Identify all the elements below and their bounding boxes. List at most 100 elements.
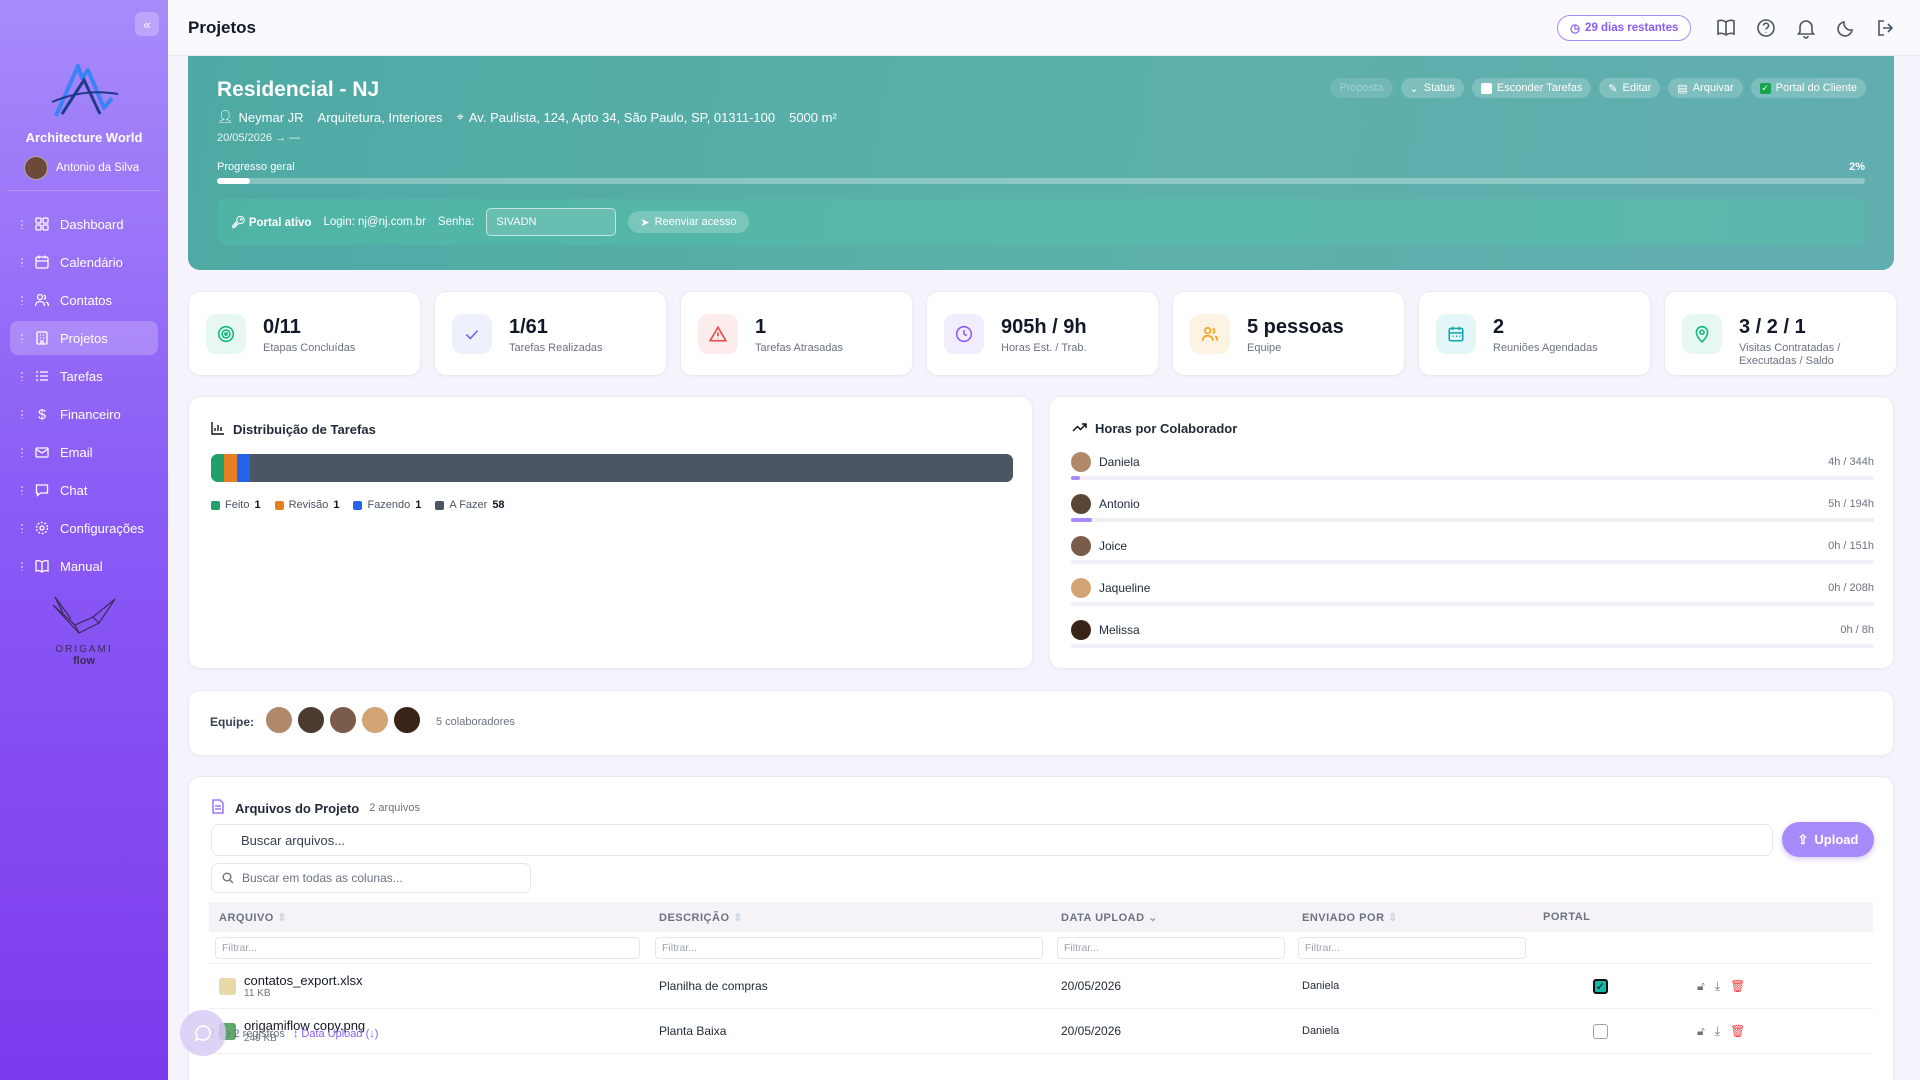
filter-input-data[interactable]: Filtrar... [1057, 936, 1285, 959]
avatar[interactable] [328, 705, 358, 735]
page-title: Projetos [188, 18, 257, 37]
logout-icon[interactable] [1875, 17, 1897, 39]
sidebar-item-dashboard[interactable]: Dashboard [10, 207, 158, 241]
stat-label: Etapas Concluídas [263, 342, 356, 354]
table-row[interactable]: origamiflow copy.png 249 KB Planta Baixa 20… [209, 1009, 1873, 1054]
sidebar-item-projetos[interactable]: Projetos [10, 321, 158, 355]
bell-icon[interactable] [1795, 17, 1817, 39]
sidebar-item-chat[interactable]: Chat [10, 473, 158, 507]
avatar[interactable] [392, 705, 422, 735]
stat-card: 2 Reuniões Agendadas [1418, 291, 1651, 376]
sidebar-item-calendario[interactable]: Calendário [10, 245, 158, 279]
col-descricao[interactable]: DESCRIÇÃO ⇕ [649, 911, 1051, 924]
crane-icon [52, 596, 116, 634]
files-header: Arquivos do Projeto 2 arquivos [211, 799, 420, 817]
legend-swatch [435, 500, 445, 510]
filter-input-enviado[interactable]: Filtrar... [1298, 936, 1526, 959]
alert-icon [698, 314, 738, 354]
avatar[interactable] [360, 705, 390, 735]
upload-button[interactable]: ⇪ Upload [1782, 822, 1874, 857]
collaborator-info: Daniela 4h / 344h [1071, 451, 1874, 473]
sidebar-item-contatos[interactable]: Contatos [10, 283, 158, 317]
drag-handle-icon[interactable] [20, 371, 24, 381]
col-arquivo[interactable]: ARQUIVO ⇕ [209, 911, 649, 924]
password-field[interactable]: SIVADN [486, 208, 617, 236]
table-row[interactable]: contatos_export.xlsx 11 KB Planilha de com… [209, 964, 1873, 1009]
column-search-input[interactable]: Buscar em todas as colunas... [211, 863, 531, 893]
distribution-segment[interactable] [211, 454, 225, 482]
hide-tasks-toggle[interactable]: Esconder Tarefas [1471, 78, 1592, 98]
stat-card: 905h / 9h Horas Est. / Trab. [926, 291, 1159, 376]
sidebar-item-configuracoes[interactable]: Configurações [10, 511, 158, 545]
col-enviado-por[interactable]: ENVIADO POR ⇕ [1292, 911, 1533, 924]
checkbox-icon [1480, 82, 1492, 94]
sidebar-item-manual[interactable]: Manual [10, 549, 158, 583]
legend-count: 1 [415, 499, 422, 511]
clock-icon [944, 314, 984, 354]
collaborator-row: Daniela 4h / 344h [1071, 451, 1874, 480]
stat-value: 2 [1493, 316, 1505, 338]
distribution-bar [211, 454, 1013, 482]
help-icon[interactable] [1755, 17, 1777, 39]
search-icon [222, 872, 234, 884]
drag-handle-icon[interactable] [20, 447, 24, 457]
file-rows: contatos_export.xlsx 11 KB Planilha de com… [209, 964, 1873, 1054]
sidebar-user[interactable]: Antonio da Silva [24, 156, 139, 180]
sort-indicator[interactable]: ↕ Data Upload (↓) [293, 1028, 379, 1040]
drag-handle-icon[interactable] [20, 485, 24, 495]
proposta-button[interactable]: Proposta [1330, 78, 1393, 98]
trash-icon[interactable]: 🗑︎ [1730, 1024, 1745, 1039]
drag-handle-icon[interactable] [20, 333, 24, 343]
avatar[interactable] [296, 705, 326, 735]
distribution-segment[interactable] [237, 454, 251, 482]
filter-input-descricao[interactable]: Filtrar... [655, 936, 1043, 959]
drag-handle-icon[interactable] [20, 219, 24, 229]
lock-icon[interactable]: 🔓︎ [1697, 1024, 1705, 1039]
archive-button[interactable]: ▤ Arquivar [1668, 78, 1743, 98]
client-portal-toggle[interactable]: ✓ Portal do Cliente [1750, 78, 1866, 98]
portal-info-bar: 🔑︎ Portal ativo Login: nj@nj.com.br Senh… [217, 199, 1865, 245]
collapse-sidebar-button[interactable]: « [135, 12, 159, 36]
sidebar-item-tarefas[interactable]: Tarefas [10, 359, 158, 393]
book-icon[interactable] [1715, 17, 1737, 39]
lock-icon[interactable]: 🔓︎ [1697, 979, 1705, 994]
distribution-segment[interactable] [224, 454, 238, 482]
col-data-upload[interactable]: DATA UPLOAD ⌄ [1051, 911, 1292, 924]
resend-access-button[interactable]: ➤ Reenviar acesso [628, 211, 749, 233]
chat-icon [34, 482, 50, 498]
status-button[interactable]: ⌄ Status [1400, 78, 1464, 98]
sidebar-item-email[interactable]: Email [10, 435, 158, 469]
filter-input-arquivo[interactable]: Filtrar... [215, 936, 640, 959]
trial-badge[interactable]: ◷ 29 dias restantes [1557, 15, 1692, 41]
moon-icon[interactable] [1835, 17, 1857, 39]
download-icon[interactable]: ⤓ [1715, 1024, 1720, 1039]
sidebar-item-label: Tarefas [60, 368, 103, 384]
drag-handle-icon[interactable] [20, 409, 24, 419]
portal-checkbox[interactable]: ✓ [1593, 978, 1608, 994]
distribution-segment[interactable] [250, 454, 1013, 482]
sidebar-item-financeiro[interactable]: $ Financeiro [10, 397, 158, 431]
drag-handle-icon[interactable] [20, 295, 24, 305]
brand-text: ORIGAMI [55, 644, 113, 655]
file-date: 20/05/2026 [1061, 979, 1122, 993]
sort-icon: ⇕ [1388, 911, 1398, 924]
stat-label: Equipe [1247, 342, 1282, 354]
drag-handle-icon[interactable] [20, 257, 24, 267]
file-name[interactable]: contatos_export.xlsx [244, 973, 363, 988]
edit-button[interactable]: ✎ Editar [1599, 78, 1661, 98]
key-icon: 🔑︎ [231, 217, 246, 229]
filter-cell: Filtrar... [649, 936, 1051, 959]
avatar[interactable] [264, 705, 294, 735]
progress-fill [217, 178, 250, 184]
portal-checkbox[interactable] [1593, 1023, 1608, 1039]
file-uploader: Daniela [1302, 1025, 1340, 1037]
users-icon [34, 292, 50, 308]
hours-progress-bar [1071, 560, 1874, 564]
drag-handle-icon[interactable] [20, 523, 24, 533]
drag-handle-icon[interactable] [20, 561, 24, 571]
chat-fab-button[interactable] [180, 1010, 226, 1056]
download-icon[interactable]: ⤓ [1715, 979, 1720, 994]
hours-progress-bar [1071, 644, 1874, 648]
file-search-input[interactable]: Buscar arquivos... [211, 824, 1773, 856]
trash-icon[interactable]: 🗑︎ [1730, 979, 1745, 994]
